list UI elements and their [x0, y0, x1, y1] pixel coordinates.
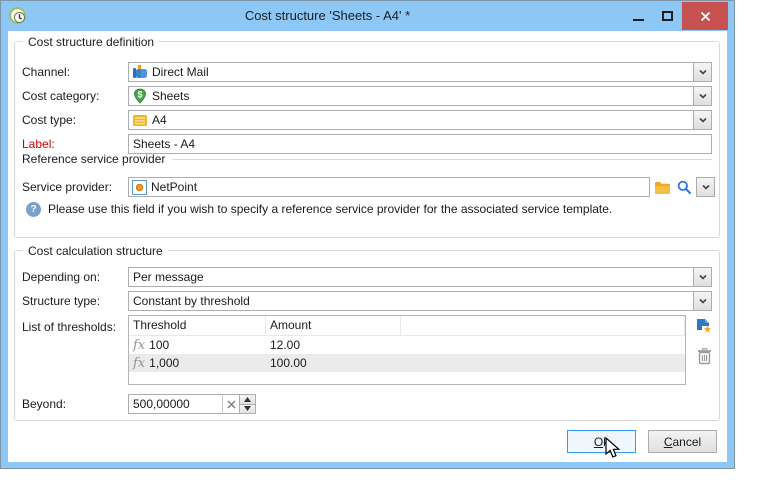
beyond-label: Beyond:: [22, 394, 66, 414]
svg-text:$: $: [137, 90, 142, 100]
info-text: Please use this field if you wish to spe…: [48, 202, 715, 217]
label-value[interactable]: Sheets - A4: [129, 137, 711, 151]
thresholds-table-header: Threshold Amount: [129, 316, 685, 336]
service-provider-dropdown-button[interactable]: [696, 177, 715, 197]
table-row-selected[interactable]: fx 1,000 100.00: [129, 354, 685, 372]
minimize-icon: [633, 19, 644, 21]
channel-value[interactable]: Direct Mail: [148, 65, 693, 79]
group-legend: Cost calculation structure: [23, 244, 168, 258]
structure-type-dropdown-button[interactable]: [693, 292, 711, 310]
cost-type-combobox[interactable]: A4: [128, 110, 712, 130]
add-row-icon: [695, 317, 712, 334]
maximize-button[interactable]: [653, 2, 682, 30]
mailbox-icon: [132, 64, 148, 80]
search-icon: [676, 179, 692, 195]
chevron-down-icon: [698, 115, 708, 125]
cost-type-label: Cost type:: [22, 110, 76, 130]
column-header-empty: [401, 316, 685, 335]
help-icon: ?: [26, 202, 41, 217]
beyond-spinedit[interactable]: 500,00000: [128, 394, 256, 414]
amount-value: 100.00: [266, 356, 401, 370]
depending-on-value[interactable]: Per message: [129, 270, 693, 284]
add-threshold-button[interactable]: [695, 317, 712, 334]
service-provider-value[interactable]: NetPoint: [147, 180, 649, 194]
cost-category-dropdown-button[interactable]: [693, 87, 711, 105]
channel-label: Channel:: [22, 62, 70, 82]
arrow-down-icon: [244, 406, 251, 411]
depending-on-combobox[interactable]: Per message: [128, 267, 712, 287]
folder-button[interactable]: [654, 179, 671, 196]
threshold-value: 1,000: [149, 356, 179, 370]
formula-icon: fx: [133, 338, 145, 353]
column-header-amount[interactable]: Amount: [266, 316, 401, 335]
price-pin-icon: $: [132, 88, 148, 104]
chevron-down-icon: [698, 296, 708, 306]
delete-threshold-button[interactable]: [696, 348, 713, 365]
mouse-cursor: [604, 437, 624, 459]
arrow-up-icon: [244, 397, 251, 402]
structure-type-value[interactable]: Constant by threshold: [129, 294, 693, 308]
separator-line: [172, 159, 712, 160]
amount-value: 12.00: [266, 338, 401, 352]
beyond-value[interactable]: 500,00000: [129, 395, 222, 413]
label-label: Label:: [22, 134, 55, 154]
cost-type-dropdown-button[interactable]: [693, 111, 711, 129]
folder-icon: [654, 181, 671, 195]
label-textbox[interactable]: Sheets - A4: [128, 134, 712, 154]
search-button[interactable]: [675, 178, 692, 195]
clock-icon: [13, 11, 26, 24]
provider-icon: [132, 180, 147, 195]
cost-type-value[interactable]: A4: [148, 113, 693, 127]
ok-button[interactable]: Ok: [567, 430, 636, 453]
cost-category-combobox[interactable]: $ Sheets: [128, 86, 712, 106]
ok-button-label: O: [594, 435, 603, 449]
thresholds-table[interactable]: Threshold Amount fx 100 12.00 fx 1,000 1…: [128, 315, 686, 385]
chevron-down-icon: [698, 91, 708, 101]
service-provider-field[interactable]: NetPoint: [128, 177, 650, 197]
spin-down-button[interactable]: [240, 405, 255, 414]
window-title: Cost structure 'Sheets - A4' *: [61, 1, 594, 31]
depending-on-dropdown-button[interactable]: [693, 268, 711, 286]
structure-type-label: Structure type:: [22, 291, 100, 311]
list-icon: [132, 112, 148, 128]
channel-dropdown-button[interactable]: [693, 63, 711, 81]
depending-on-label: Depending on:: [22, 267, 100, 287]
close-button[interactable]: [682, 2, 728, 30]
dialog-content: Cost structure definition Channel: Direc…: [8, 31, 727, 462]
cancel-button[interactable]: Cancel: [648, 430, 717, 453]
group-legend: Cost structure definition: [23, 35, 159, 49]
chevron-down-icon: [698, 272, 708, 282]
chevron-down-icon: [698, 67, 708, 77]
titlebar: Cost structure 'Sheets - A4' *: [1, 1, 734, 31]
thresholds-label: List of thresholds:: [22, 317, 116, 337]
cost-category-label: Cost category:: [22, 86, 99, 106]
threshold-value: 100: [149, 338, 169, 352]
channel-combobox[interactable]: Direct Mail: [128, 62, 712, 82]
close-icon: [700, 11, 711, 22]
column-header-threshold[interactable]: Threshold: [129, 316, 266, 335]
reference-heading: Reference service provider: [22, 152, 165, 166]
minimize-button[interactable]: [624, 2, 653, 30]
maximize-icon: [662, 11, 673, 21]
reference-separator: Reference service provider: [22, 152, 712, 166]
dialog-window: Cost structure 'Sheets - A4' * Cost stru…: [0, 0, 735, 469]
clear-button[interactable]: [222, 395, 239, 413]
clear-x-icon: [227, 400, 236, 409]
table-row[interactable]: fx 100 12.00: [129, 336, 685, 354]
app-icon: [9, 7, 26, 24]
spin-up-button[interactable]: [240, 395, 255, 405]
trash-icon: [697, 348, 712, 365]
formula-icon: fx: [133, 356, 145, 371]
cost-category-value[interactable]: Sheets: [148, 89, 693, 103]
service-provider-label: Service provider:: [22, 177, 112, 197]
structure-type-combobox[interactable]: Constant by threshold: [128, 291, 712, 311]
chevron-down-icon: [701, 182, 711, 192]
